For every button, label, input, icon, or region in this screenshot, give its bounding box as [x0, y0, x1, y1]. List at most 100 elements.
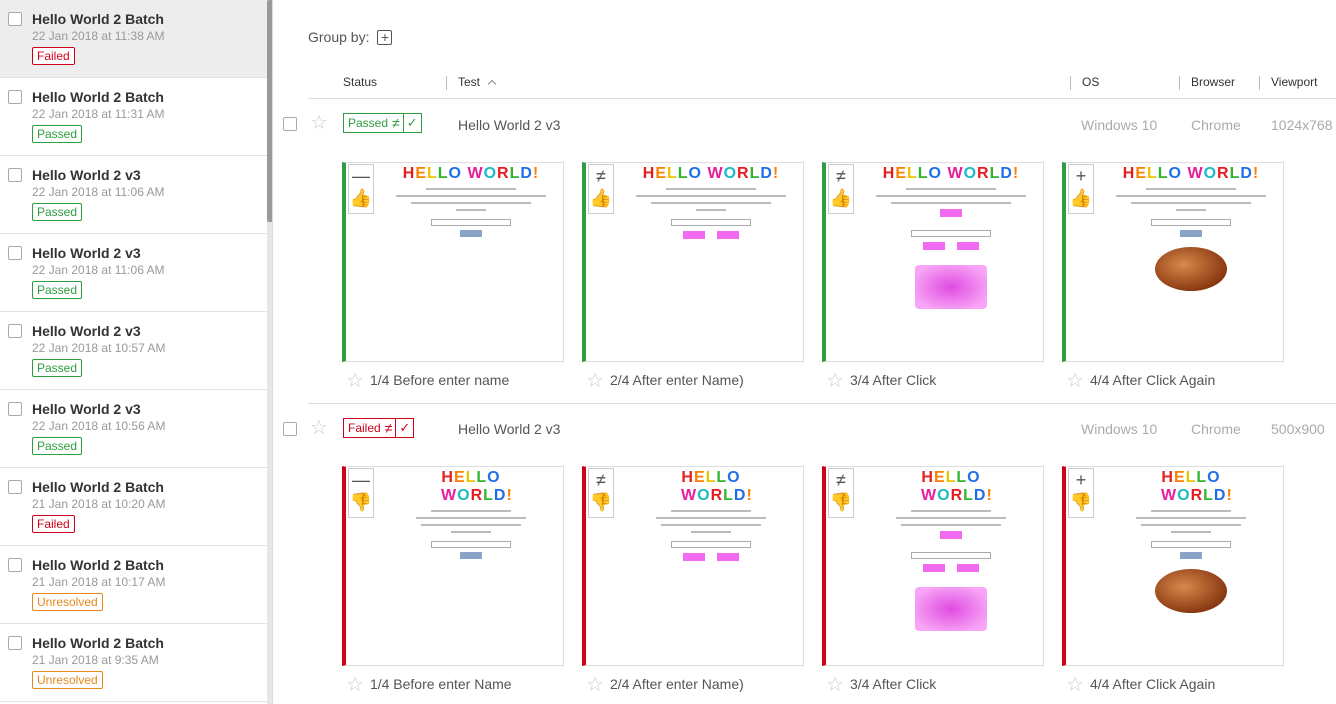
batch-name: Hello World 2 Batch — [32, 557, 164, 573]
batch-checkbox[interactable] — [8, 90, 22, 104]
star-icon[interactable]: ☆ — [1066, 674, 1084, 696]
test-browser: Chrome — [1191, 117, 1241, 133]
test-row-checkbox[interactable] — [283, 117, 297, 131]
batch-checkbox[interactable] — [8, 246, 22, 260]
step-thumbnail[interactable]: + 👎 HELLO WORLD! — [1062, 466, 1284, 666]
test-results-panel: Group by: + Status Test OS Browser Viewp… — [274, 0, 1336, 704]
column-divider[interactable] — [1070, 76, 1071, 90]
thumbs-down-icon[interactable]: 👎 — [590, 491, 612, 513]
column-header-os[interactable]: OS — [1082, 75, 1099, 89]
add-group-icon[interactable]: + — [377, 29, 393, 45]
chevron-up-icon — [488, 79, 497, 89]
batch-name: Hello World 2 Batch — [32, 479, 164, 495]
batch-item[interactable]: Hello World 2 v3 22 Jan 2018 at 10:56 AM… — [0, 390, 267, 468]
star-icon[interactable]: ☆ — [586, 674, 604, 696]
batch-item[interactable]: Hello World 2 Batch 21 Jan 2018 at 10:17… — [0, 546, 267, 624]
status-badge: Passed — [32, 359, 83, 377]
bug-image — [915, 587, 987, 631]
batch-date: 21 Jan 2018 at 9:35 AM — [32, 653, 159, 667]
step-thumbnail[interactable]: ≠ 👍 HELLO WORLD! — [582, 162, 804, 362]
batch-date: 22 Jan 2018 at 11:06 AM — [32, 263, 165, 277]
batch-checkbox[interactable] — [8, 12, 22, 26]
test-row-checkbox[interactable] — [283, 422, 297, 436]
step-thumbnail[interactable]: — 👎 HELLO WORLD! — [342, 466, 564, 666]
step-thumbnail[interactable]: ≠ 👎 HELLO WORLD! — [582, 466, 804, 666]
thumbs-up-icon[interactable]: 👍 — [350, 187, 372, 209]
group-by-label: Group by: — [308, 29, 370, 45]
column-header-viewport[interactable]: Viewport — [1271, 75, 1317, 89]
batch-item[interactable]: Hello World 2 Batch 22 Jan 2018 at 11:31… — [0, 78, 267, 156]
batch-item[interactable]: Hello World 2 Batch 22 Jan 2018 at 11:38… — [0, 0, 267, 78]
batch-checkbox[interactable] — [8, 558, 22, 572]
thumbs-down-icon[interactable]: 👎 — [830, 491, 852, 513]
screenshot-preview: HELLO WORLD! — [626, 165, 796, 244]
batch-date: 21 Jan 2018 at 10:20 AM — [32, 497, 166, 511]
star-icon[interactable]: ☆ — [346, 674, 364, 696]
step-thumbnail[interactable]: + 👍 HELLO WORLD! — [1062, 162, 1284, 362]
batch-name: Hello World 2 Batch — [32, 89, 164, 105]
star-icon[interactable]: ☆ — [586, 370, 604, 392]
no-diff-icon: — — [352, 166, 370, 186]
test-status-badge[interactable]: Passed ≠ ✓ — [343, 113, 422, 133]
batch-item[interactable]: Hello World 2 v3 22 Jan 2018 at 10:57 AM… — [0, 312, 267, 390]
step-caption: ☆ 4/4 After Click Again — [1066, 368, 1215, 393]
column-divider[interactable] — [446, 76, 447, 90]
test-browser: Chrome — [1191, 421, 1241, 437]
new-step-icon: + — [1075, 470, 1087, 490]
screenshot-preview: HELLO WORLD! — [1106, 165, 1276, 291]
step-thumbnail[interactable]: — 👍 HELLO WORLD! — [342, 162, 564, 362]
batch-checkbox[interactable] — [8, 402, 22, 416]
batch-checkbox[interactable] — [8, 480, 22, 494]
test-os: Windows 10 — [1081, 117, 1158, 133]
column-divider[interactable] — [1179, 76, 1180, 90]
hello-world-heading: HELLO WORLD! — [1161, 469, 1233, 504]
batch-date: 22 Jan 2018 at 10:57 AM — [32, 341, 166, 355]
thumbs-up-icon[interactable]: 👍 — [830, 187, 852, 209]
batch-item[interactable]: Hello World 2 v3 22 Jan 2018 at 11:06 AM… — [0, 234, 267, 312]
step-diff-indicator: ≠ 👎 — [828, 468, 854, 518]
batch-date: 22 Jan 2018 at 11:31 AM — [32, 107, 165, 121]
batch-item[interactable]: Hello World 2 Batch 21 Jan 2018 at 10:20… — [0, 468, 267, 546]
test-os: Windows 10 — [1081, 421, 1158, 437]
step-thumbnail[interactable]: ≠ 👎 HELLO WORLD! — [822, 466, 1044, 666]
column-divider[interactable] — [1259, 76, 1260, 90]
accept-check-icon[interactable]: ✓ — [395, 419, 413, 437]
test-name[interactable]: Hello World 2 v3 — [458, 421, 560, 437]
column-header-browser[interactable]: Browser — [1191, 75, 1235, 89]
hello-world-heading: HELLO WORLD! — [882, 165, 1020, 182]
batch-name: Hello World 2 v3 — [32, 401, 141, 417]
test-status-badge[interactable]: Failed ≠ ✓ — [343, 418, 415, 438]
column-header-test[interactable]: Test — [458, 75, 497, 89]
star-icon[interactable]: ☆ — [346, 370, 364, 392]
scrollbar-thumb[interactable] — [267, 0, 272, 222]
screenshot-preview: HELLO WORLD! — [866, 469, 1036, 631]
step-name: 2/4 After enter Name) — [609, 676, 744, 692]
batch-checkbox[interactable] — [8, 636, 22, 650]
thumbs-up-icon[interactable]: 👍 — [590, 187, 612, 209]
column-header-status[interactable]: Status — [343, 75, 377, 89]
batch-checkbox[interactable] — [8, 168, 22, 182]
star-icon[interactable]: ☆ — [310, 418, 328, 438]
batch-item[interactable]: Hello World 2 Batch 21 Jan 2018 at 9:35 … — [0, 624, 267, 702]
batch-item[interactable]: Hello World 2 v3 22 Jan 2018 at 11:06 AM… — [0, 156, 267, 234]
thumbs-down-icon[interactable]: 👎 — [1070, 491, 1092, 513]
test-viewport: 1024x768 — [1271, 117, 1333, 133]
sidebar-scrollbar[interactable] — [267, 0, 272, 704]
batch-checkbox[interactable] — [8, 324, 22, 338]
step-caption: ☆ 2/4 After enter Name) — [586, 672, 744, 697]
step-thumbnail[interactable]: ≠ 👍 HELLO WORLD! — [822, 162, 1044, 362]
star-icon[interactable]: ☆ — [1066, 370, 1084, 392]
batch-name: Hello World 2 Batch — [32, 635, 164, 651]
star-icon[interactable]: ☆ — [826, 370, 844, 392]
thumbs-down-icon[interactable]: 👎 — [350, 491, 372, 513]
not-equal-icon: ≠ — [596, 470, 606, 490]
test-name[interactable]: Hello World 2 v3 — [458, 117, 560, 133]
new-step-icon: + — [1075, 166, 1087, 186]
thumbs-up-icon[interactable]: 👍 — [1070, 187, 1092, 209]
star-icon[interactable]: ☆ — [826, 674, 844, 696]
step-name: 3/4 After Click — [849, 372, 937, 388]
accept-check-icon[interactable]: ✓ — [402, 114, 421, 132]
screenshot-preview: HELLO WORLD! — [386, 165, 556, 237]
bug-image — [1155, 569, 1227, 613]
star-icon[interactable]: ☆ — [310, 113, 328, 133]
